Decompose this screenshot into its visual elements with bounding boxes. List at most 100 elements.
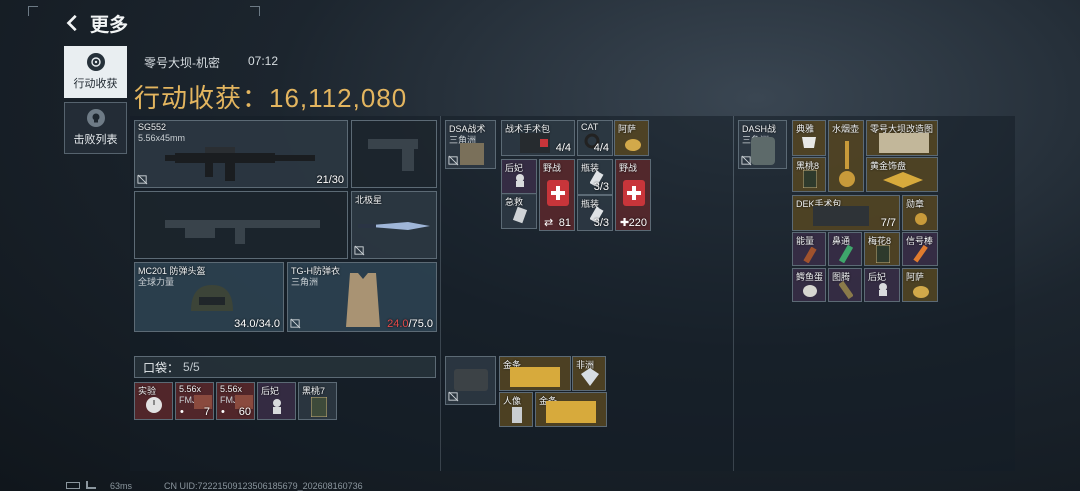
back-label: 更多: [90, 14, 129, 36]
backpack-item[interactable]: 零号大坝改造图: [866, 120, 938, 156]
item-name: 黑桃7: [302, 386, 326, 396]
backpack-item[interactable]: 勋章: [902, 195, 938, 231]
helmet-icon: [191, 285, 233, 311]
case-item[interactable]: 金条: [499, 356, 571, 391]
weapon-ammo-count: 21/30: [316, 174, 344, 186]
no-insure-icon: [448, 391, 459, 402]
gold-bar-icon: [546, 401, 596, 423]
backpack-item[interactable]: 鼻通: [828, 232, 862, 266]
item-count: 3/3: [593, 181, 609, 193]
case-icon: [454, 369, 488, 391]
secure-case-slot[interactable]: [445, 356, 496, 405]
rig-item[interactable]: 战术手术包 4/4: [501, 120, 575, 156]
skull-icon: [86, 109, 105, 127]
backpack-item[interactable]: DEK手术包 7/7: [792, 195, 900, 231]
case-item[interactable]: 人像: [499, 392, 533, 427]
rig-item[interactable]: CAT 4/4: [577, 120, 613, 156]
no-insure-icon: [741, 155, 752, 166]
weapon-name: SG552: [138, 122, 167, 132]
haul-value-heading: 行动收获：16,112,080: [134, 78, 407, 115]
knife-icon: [358, 222, 430, 230]
nasal-spray-icon: [839, 245, 853, 263]
blueprint-icon: [879, 133, 929, 153]
no-insure-icon: [290, 318, 301, 329]
back-button[interactable]: 更多: [64, 10, 144, 36]
secondary-weapon-slot[interactable]: [134, 191, 348, 259]
melee-slot[interactable]: 北极星: [351, 191, 437, 259]
frame-corner-tr: [250, 6, 260, 16]
tab-kill-list[interactable]: 击败列表: [64, 102, 127, 154]
pistol-silhouette-icon: [368, 139, 418, 171]
backpack-item[interactable]: 梅花8: [864, 232, 900, 266]
tab-haul[interactable]: 行动收获: [64, 46, 127, 98]
pocket-item[interactable]: 黑桃7: [298, 382, 337, 420]
backpack-item[interactable]: 后妃: [864, 268, 900, 302]
surgery-kit-icon: [813, 206, 869, 226]
backpack-item[interactable]: 黄金饰盘: [866, 157, 938, 192]
armor-slot[interactable]: TG-H防弹衣 三角洲 24.0/75.0: [287, 262, 437, 332]
pocket-item[interactable]: 后妃: [257, 382, 296, 420]
pocket-item[interactable]: 5.56x FMJ • 7: [175, 382, 214, 420]
item-count: 81: [558, 217, 571, 229]
backpack-slot[interactable]: DASH战 三角洲: [738, 120, 787, 169]
playing-card-icon: [311, 397, 327, 417]
crosshair-icon: [86, 53, 105, 71]
rig-item[interactable]: 瓶装 3/3: [577, 159, 613, 195]
armor-durability: 24.0/75.0: [387, 318, 433, 330]
chevron-left-icon: [66, 14, 77, 32]
item-name: 后妃: [261, 386, 280, 396]
item-name: CAT: [581, 122, 599, 132]
backpack-item[interactable]: 鳄鱼蛋: [792, 268, 826, 302]
chess-piece-icon: [516, 174, 524, 187]
pistol-slot[interactable]: [351, 120, 437, 188]
backpack-item[interactable]: 黑桃8: [792, 157, 826, 192]
item-name: 野战: [619, 163, 638, 173]
battery-icon: [66, 482, 80, 489]
medkit-icon: [547, 180, 569, 206]
backpack-item[interactable]: 水烟壶: [828, 120, 864, 192]
tab-kill-list-label: 击败列表: [73, 134, 118, 146]
armor-durability-max: /75.0: [408, 318, 433, 330]
body-armor-icon: [346, 273, 380, 327]
panel-divider: [440, 116, 441, 471]
helmet-maker: 全球力量: [138, 277, 175, 287]
backpack-item[interactable]: 信号棒: [902, 232, 938, 266]
flare-stick-icon: [913, 245, 928, 263]
item-name: 能量: [796, 236, 815, 246]
helmet-slot[interactable]: MC201 防弹头盔 全球力量 34.0/34.0: [134, 262, 284, 332]
case-item[interactable]: 非洲: [572, 356, 606, 391]
diamond-icon: [581, 368, 599, 386]
egg-icon: [803, 285, 817, 297]
item-name: 5.56x: [179, 384, 202, 394]
rig-item[interactable]: 野战 ✚ 220: [615, 159, 651, 231]
backpack-item[interactable]: 能量: [792, 232, 826, 266]
rig-item[interactable]: 后妃: [501, 159, 537, 195]
item-count: 4/4: [593, 142, 609, 154]
backpack-item[interactable]: 图腾: [828, 268, 862, 302]
primary-weapon-slot[interactable]: SG552 5.56x45mm 21/30: [134, 120, 348, 188]
pocket-item[interactable]: 5.56x FMJ • 60: [216, 382, 255, 420]
rig-item[interactable]: 阿萨: [614, 120, 649, 156]
panel-divider: [733, 116, 734, 471]
rig-item[interactable]: 瓶装 3/3: [577, 195, 613, 231]
surgery-kit-icon: [520, 133, 550, 153]
energy-bar-icon: [803, 247, 817, 263]
rig-item[interactable]: 急救: [501, 193, 537, 229]
rifle-silhouette-icon: [165, 220, 320, 244]
rig-item[interactable]: 野战 ⇄ 81: [539, 159, 575, 231]
backpack-item[interactable]: 阿萨: [902, 268, 938, 302]
item-name: 典雅: [796, 124, 815, 134]
chest-rig-slot[interactable]: DSA战术 三角洲: [445, 120, 496, 169]
bullet-dot-icon: •: [221, 406, 225, 418]
armor-durability-current: 24.0: [387, 318, 409, 330]
item-count: 3/3: [593, 217, 609, 229]
refresh-icon: ⇄: [544, 217, 554, 229]
item-count: 7/7: [880, 217, 896, 229]
item-count: 4/4: [555, 142, 571, 154]
item-name: 野战: [543, 163, 562, 173]
signal-icon: [86, 481, 96, 489]
backpack-item[interactable]: 典雅: [792, 120, 826, 156]
pocket-item[interactable]: 实验: [134, 382, 173, 420]
chess-piece-icon: [879, 283, 887, 296]
case-item[interactable]: 金条: [535, 392, 607, 427]
